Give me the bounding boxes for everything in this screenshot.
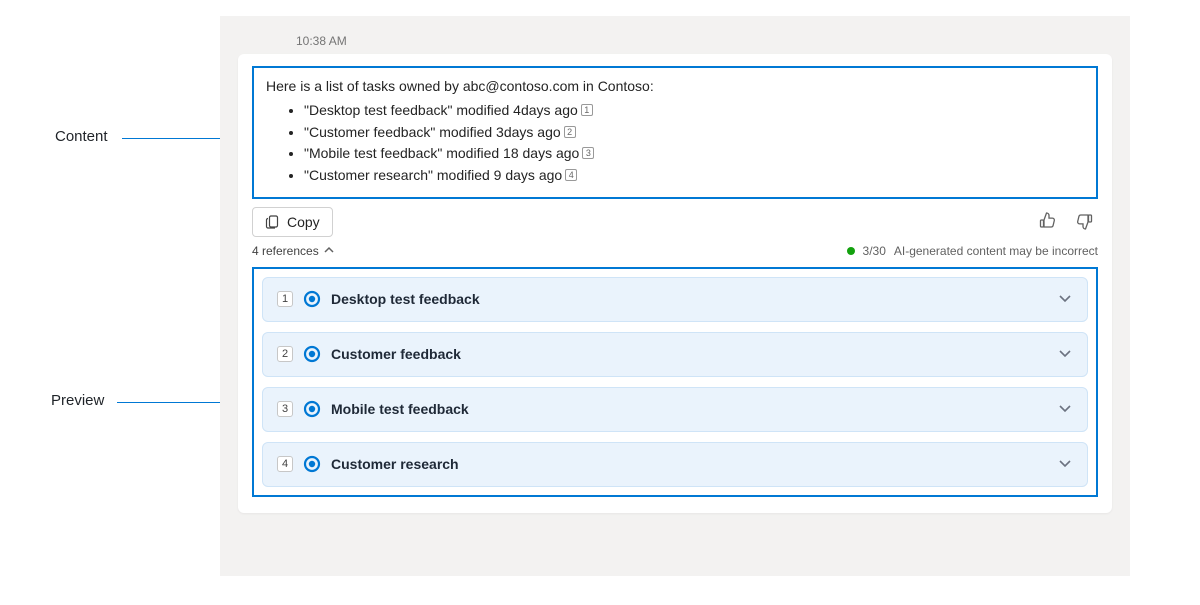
reference-source-icon [303, 290, 321, 308]
intro-text: Here is a list of tasks owned by abc@con… [266, 78, 1084, 94]
task-item: "Customer feedback" modified 3days ago2 [304, 122, 1084, 144]
reference-title: Customer feedback [331, 346, 1047, 362]
reference-source-icon [303, 400, 321, 418]
reference-source-icon [303, 455, 321, 473]
annotation-content-label: Content [55, 128, 108, 145]
citation-badge[interactable]: 4 [565, 169, 577, 181]
annotation-preview-label: Preview [51, 392, 104, 409]
reference-item[interactable]: 1 Desktop test feedback [262, 277, 1088, 322]
references-header: 4 references 3/30 AI-generated content m… [252, 244, 1098, 259]
timestamp: 10:38 AM [296, 34, 1112, 48]
reference-number-badge: 2 [277, 346, 293, 362]
usage-count: 3/30 [863, 244, 886, 258]
task-item: "Customer research" modified 9 days ago4 [304, 165, 1084, 187]
reference-title: Desktop test feedback [331, 291, 1047, 307]
citation-badge[interactable]: 3 [582, 147, 594, 159]
content-section: Here is a list of tasks owned by abc@con… [252, 66, 1098, 199]
citation-badge[interactable]: 1 [581, 104, 593, 116]
reference-source-icon [303, 345, 321, 363]
reference-item[interactable]: 2 Customer feedback [262, 332, 1088, 377]
chevron-down-icon [1057, 400, 1073, 419]
thumbs-down-button[interactable] [1070, 207, 1098, 238]
thumbs-up-icon [1038, 219, 1058, 234]
reference-item[interactable]: 4 Customer research [262, 442, 1088, 487]
thumbs-down-icon [1074, 219, 1094, 234]
task-list: "Desktop test feedback" modified 4days a… [304, 100, 1084, 187]
chevron-up-icon [323, 244, 335, 259]
message-card: Here is a list of tasks owned by abc@con… [238, 54, 1112, 513]
thumbs-up-button[interactable] [1034, 207, 1062, 238]
reference-title: Customer research [331, 456, 1047, 472]
reference-number-badge: 4 [277, 456, 293, 472]
preview-section: 1 Desktop test feedback 2 Customer feedb… [252, 267, 1098, 497]
copy-label: Copy [287, 214, 320, 230]
copy-button[interactable]: Copy [252, 207, 333, 237]
citation-badge[interactable]: 2 [564, 126, 576, 138]
task-item: "Mobile test feedback" modified 18 days … [304, 143, 1084, 165]
task-item: "Desktop test feedback" modified 4days a… [304, 100, 1084, 122]
chevron-down-icon [1057, 455, 1073, 474]
reference-title: Mobile test feedback [331, 401, 1047, 417]
references-toggle[interactable]: 4 references [252, 244, 335, 259]
reference-number-badge: 1 [277, 291, 293, 307]
ai-disclaimer: AI-generated content may be incorrect [894, 244, 1098, 258]
chevron-down-icon [1057, 290, 1073, 309]
chevron-down-icon [1057, 345, 1073, 364]
copy-icon [265, 214, 281, 230]
status-dot-icon [847, 247, 855, 255]
chat-message-frame: 10:38 AM Here is a list of tasks owned b… [220, 16, 1130, 576]
reference-number-badge: 3 [277, 401, 293, 417]
reference-item[interactable]: 3 Mobile test feedback [262, 387, 1088, 432]
toolbar: Copy [252, 207, 1098, 238]
